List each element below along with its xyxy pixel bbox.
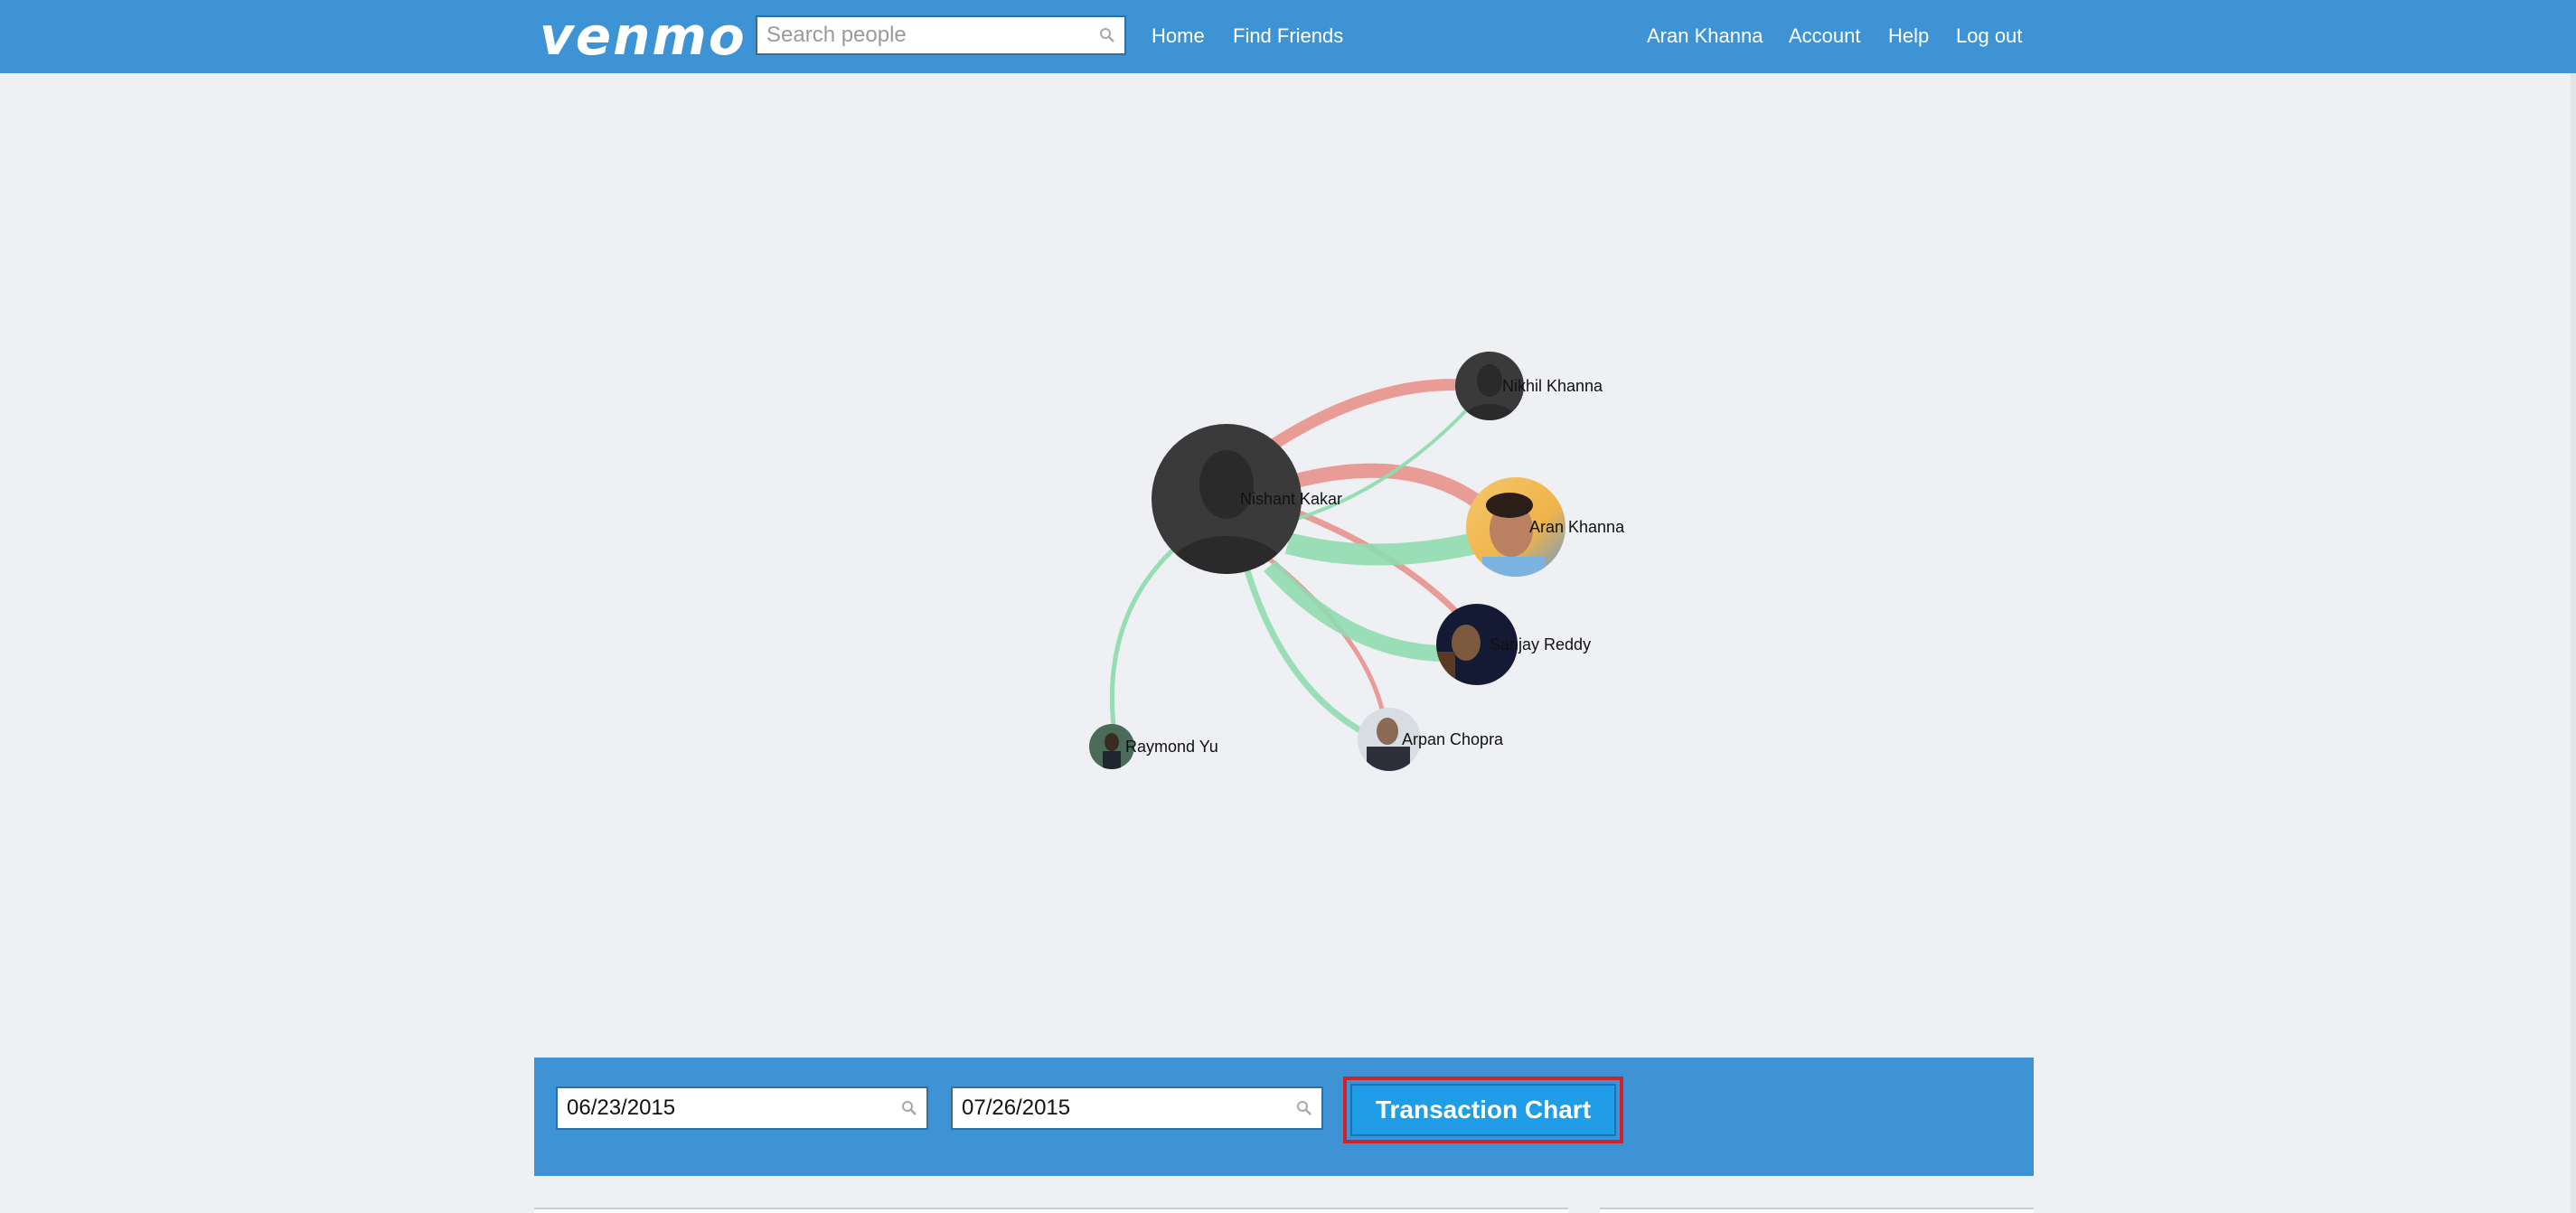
node-label-raymond: Raymond Yu [1125,738,1218,756]
nav-profile-link[interactable]: Aran Khanna [1647,0,1763,73]
link-nishant-nikhil [1271,379,1465,449]
nav-find-friends-link[interactable]: Find Friends [1233,0,1343,73]
nav-logout-link[interactable]: Log out [1956,0,2022,73]
search-icon[interactable] [1099,27,1115,43]
end-date-field[interactable]: 07/26/2015 [951,1086,1323,1130]
transaction-chart-button[interactable]: Transaction Chart [1350,1084,1616,1136]
date-range-controls: 06/23/2015 07/26/2015 Transaction Chart [534,1058,2034,1176]
nav-help-link[interactable]: Help [1888,0,1929,73]
node-label-nikhil: Nikhil Khanna [1502,377,1603,395]
link-raymond-nishant-green [1109,546,1177,727]
link-aran-nishant-green [1284,532,1478,566]
node-label-nishant: Nishant Kakar [1240,490,1342,508]
nav-account-link[interactable]: Account [1789,0,1861,73]
nav-home-link[interactable]: Home [1152,0,1205,73]
node-label-sanjay: Sanjay Reddy [1490,635,1591,654]
node-nishant-kakar[interactable]: Nishant Kakar [1152,424,1342,623]
node-label-aran: Aran Khanna [1529,518,1625,536]
start-date-field[interactable]: 06/23/2015 [556,1086,928,1130]
transaction-network-graph: Nishant Kakar Nikhil Khanna Aran Khanna [0,73,2576,1058]
search-people-field[interactable] [756,15,1126,55]
bottom-panel-right [1600,1208,2034,1213]
node-label-arpan: Arpan Chopra [1402,730,1504,748]
search-input[interactable] [757,17,1092,53]
node-nikhil-khanna[interactable]: Nikhil Khanna [1455,352,1603,444]
highlight-box: Transaction Chart [1343,1077,1623,1143]
network-svg: Nishant Kakar Nikhil Khanna Aran Khanna [1089,352,1625,774]
bottom-panel-left [534,1208,1568,1213]
top-navbar: venmo Home Find Friends Aran Khanna Acco… [0,0,2576,73]
node-sanjay-reddy[interactable]: Sanjay Reddy [1435,603,1591,688]
node-arpan-chopra[interactable]: Arpan Chopra [1358,708,1504,774]
start-date-value: 06/23/2015 [567,1095,676,1120]
search-icon[interactable] [901,1100,917,1116]
venmo-logo[interactable]: venmo [540,2,747,71]
end-date-value: 07/26/2015 [962,1095,1071,1120]
node-raymond-yu[interactable]: Raymond Yu [1089,724,1218,771]
node-aran-khanna[interactable]: Aran Khanna [1464,475,1625,584]
search-icon[interactable] [1296,1100,1312,1116]
